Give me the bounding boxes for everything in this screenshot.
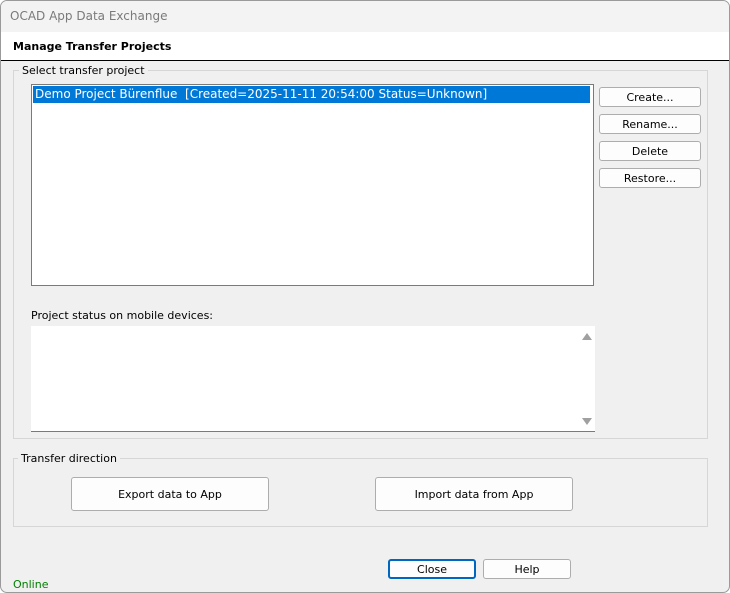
project-status-label: Project status on mobile devices: xyxy=(31,309,213,322)
close-button[interactable]: Close xyxy=(388,559,476,579)
connection-status: Online xyxy=(13,578,49,591)
select-project-group-label: Select transfer project xyxy=(19,64,148,77)
export-to-app-button[interactable]: Export data to App xyxy=(71,477,269,511)
create-button[interactable]: Create... xyxy=(599,87,701,107)
status-scrollbar[interactable] xyxy=(578,326,595,431)
import-from-app-button[interactable]: Import data from App xyxy=(375,477,573,511)
delete-button[interactable]: Delete xyxy=(599,141,701,161)
rename-button[interactable]: Rename... xyxy=(599,114,701,134)
page-title: Manage Transfer Projects xyxy=(13,40,172,53)
project-list-item-selected[interactable]: Demo Project Bürenflue [Created=2025-11-… xyxy=(33,86,590,103)
title-bar[interactable]: OCAD App Data Exchange xyxy=(1,1,729,32)
project-status-box[interactable] xyxy=(31,326,595,432)
dialog-window: OCAD App Data Exchange Manage Transfer P… xyxy=(0,0,730,593)
scroll-up-arrow-icon[interactable] xyxy=(582,333,592,340)
transfer-direction-label: Transfer direction xyxy=(18,452,120,465)
dialog-header: Manage Transfer Projects xyxy=(1,32,729,61)
window-title: OCAD App Data Exchange xyxy=(10,9,168,23)
scroll-down-arrow-icon[interactable] xyxy=(582,418,592,425)
restore-button[interactable]: Restore... xyxy=(599,168,701,188)
help-button[interactable]: Help xyxy=(483,559,571,579)
project-listbox[interactable]: Demo Project Bürenflue [Created=2025-11-… xyxy=(31,84,594,286)
